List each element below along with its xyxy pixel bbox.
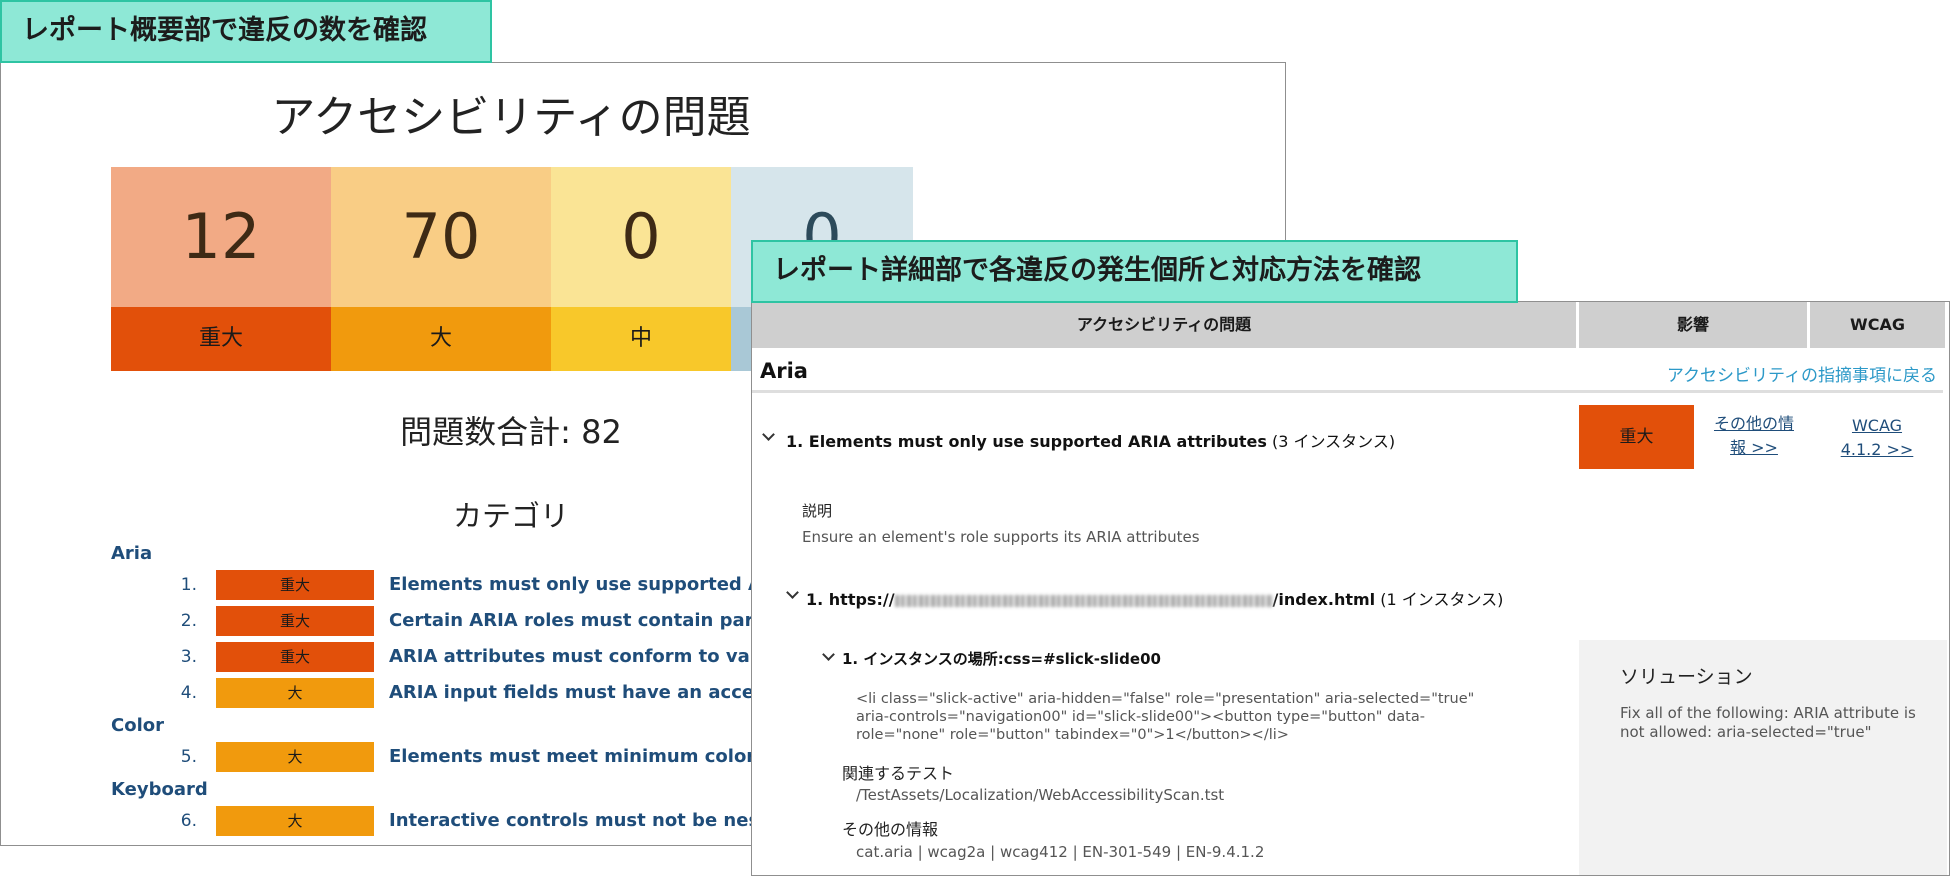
issue-index: 3. — [180, 647, 197, 667]
instance-location[interactable]: 1. インスタンスの場所:css=#slick-slide00 — [842, 648, 1161, 669]
category-aria: Aria — [111, 543, 153, 564]
severity-badge: 重大 — [216, 570, 374, 600]
issue-link[interactable]: Elements must meet minimum color cont — [389, 742, 806, 772]
more-info-line-2: 報 >> — [1730, 438, 1778, 457]
issue-index: 5. — [180, 747, 197, 767]
issue-row[interactable]: 5. 大 Elements must meet minimum color co… — [1, 742, 806, 772]
critical-count-box[interactable]: 12 — [111, 167, 331, 307]
issue-instance-count: (3 インスタンス) — [1271, 432, 1396, 451]
category-keyboard: Keyboard — [111, 779, 208, 800]
divider — [752, 390, 1943, 393]
issue-link[interactable]: ARIA input fields must have an accessibl — [389, 678, 801, 708]
issue-title[interactable]: 1. Elements must only use supported ARIA… — [786, 428, 1395, 452]
other-info-label: その他の情報 — [842, 820, 939, 839]
severity-badge: 大 — [216, 806, 374, 836]
wcag-link[interactable]: WCAG 4.1.2 >> — [1827, 414, 1927, 462]
more-info-link[interactable]: その他の情 報 >> — [1708, 412, 1800, 460]
wcag-line-1: WCAG — [1851, 416, 1903, 435]
col-header-wcag: WCAG — [1810, 302, 1945, 348]
issue-row[interactable]: 2. 重大 Certain ARIA roles must contain pa… — [1, 606, 810, 636]
issue-row[interactable]: 6. 大 Interactive controls must not be ne… — [1, 806, 820, 836]
issue-index: 6. — [180, 811, 197, 831]
url-prefix: 1. https:// — [806, 590, 895, 609]
detail-callout: レポート詳細部で各違反の発生個所と対応方法を確認 — [751, 240, 1518, 303]
moderate-label: 中 — [551, 307, 731, 371]
severity-badge: 大 — [216, 678, 374, 708]
col-header-issue: アクセシビリティの問題 — [752, 302, 1576, 348]
serious-label: 大 — [331, 307, 551, 371]
issue-title-text: 1. Elements must only use supported ARIA… — [786, 432, 1267, 451]
serious-count-box[interactable]: 70 — [331, 167, 551, 307]
more-info-line-1: その他の情 — [1713, 414, 1794, 433]
section-title: Aria — [760, 359, 808, 383]
severity-badge: 重大 — [216, 606, 374, 636]
col-header-impact: 影響 — [1579, 302, 1807, 348]
description-label: 説明 — [802, 502, 833, 520]
severity-badge: 重大 — [216, 642, 374, 672]
severity-badge: 大 — [216, 742, 374, 772]
related-test-path: /TestAssets/Localization/WebAccessibilit… — [856, 786, 1225, 804]
url-instance-count: (1 インスタンス) — [1380, 590, 1504, 609]
issue-link[interactable]: Elements must only use supported ARIA — [389, 570, 796, 600]
issue-index: 1. — [180, 575, 197, 595]
chevron-down-icon[interactable] — [786, 586, 799, 599]
chevron-down-icon[interactable] — [822, 648, 835, 661]
redacted-host — [894, 594, 1273, 607]
issue-row[interactable]: 4. 大 ARIA input fields must have an acce… — [1, 678, 801, 708]
wcag-line-2: 4.1.2 >> — [1840, 440, 1914, 459]
page-url-row[interactable]: 1. https:// /index.html (1 インスタンス) — [806, 586, 1503, 610]
category-color: Color — [111, 715, 164, 736]
critical-label: 重大 — [111, 307, 331, 371]
issue-index: 2. — [180, 611, 197, 631]
impact-badge: 重大 — [1579, 405, 1694, 469]
page-title: アクセシビリティの問題 — [271, 92, 751, 143]
solution-title: ソリューション — [1620, 666, 1753, 688]
related-test-label: 関連するテスト — [842, 764, 955, 783]
moderate-count-box[interactable]: 0 — [551, 167, 731, 307]
html-snippet: <li class="slick-active" aria-hidden="fa… — [856, 691, 1475, 743]
issue-link[interactable]: Certain ARIA roles must contain particul… — [389, 606, 810, 636]
issue-row[interactable]: 3. 重大 ARIA attributes must conform to va… — [1, 642, 811, 672]
issue-index: 4. — [180, 683, 197, 703]
solution-text: Fix all of the following: ARIA attribute… — [1620, 704, 1916, 741]
issue-row[interactable]: 1. 重大 Elements must only use supported A… — [1, 570, 796, 600]
url-suffix: /index.html — [1272, 590, 1376, 609]
report-detail-panel: アクセシビリティの問題 影響 WCAG Aria アクセシビリティの指摘事項に戻… — [751, 301, 1950, 876]
issue-link[interactable]: ARIA attributes must conform to valid va… — [389, 642, 811, 672]
serious-count: 70 — [401, 200, 481, 273]
back-to-findings-link[interactable]: アクセシビリティの指摘事項に戻る — [1667, 361, 1937, 386]
moderate-count: 0 — [621, 200, 661, 273]
other-info-tags: cat.aria | wcag2a | wcag412 | EN-301-549… — [856, 843, 1265, 861]
summary-callout: レポート概要部で違反の数を確認 — [0, 0, 492, 63]
description-text: Ensure an element's role supports its AR… — [802, 528, 1200, 546]
critical-count: 12 — [181, 200, 261, 273]
chevron-down-icon[interactable] — [762, 428, 775, 441]
